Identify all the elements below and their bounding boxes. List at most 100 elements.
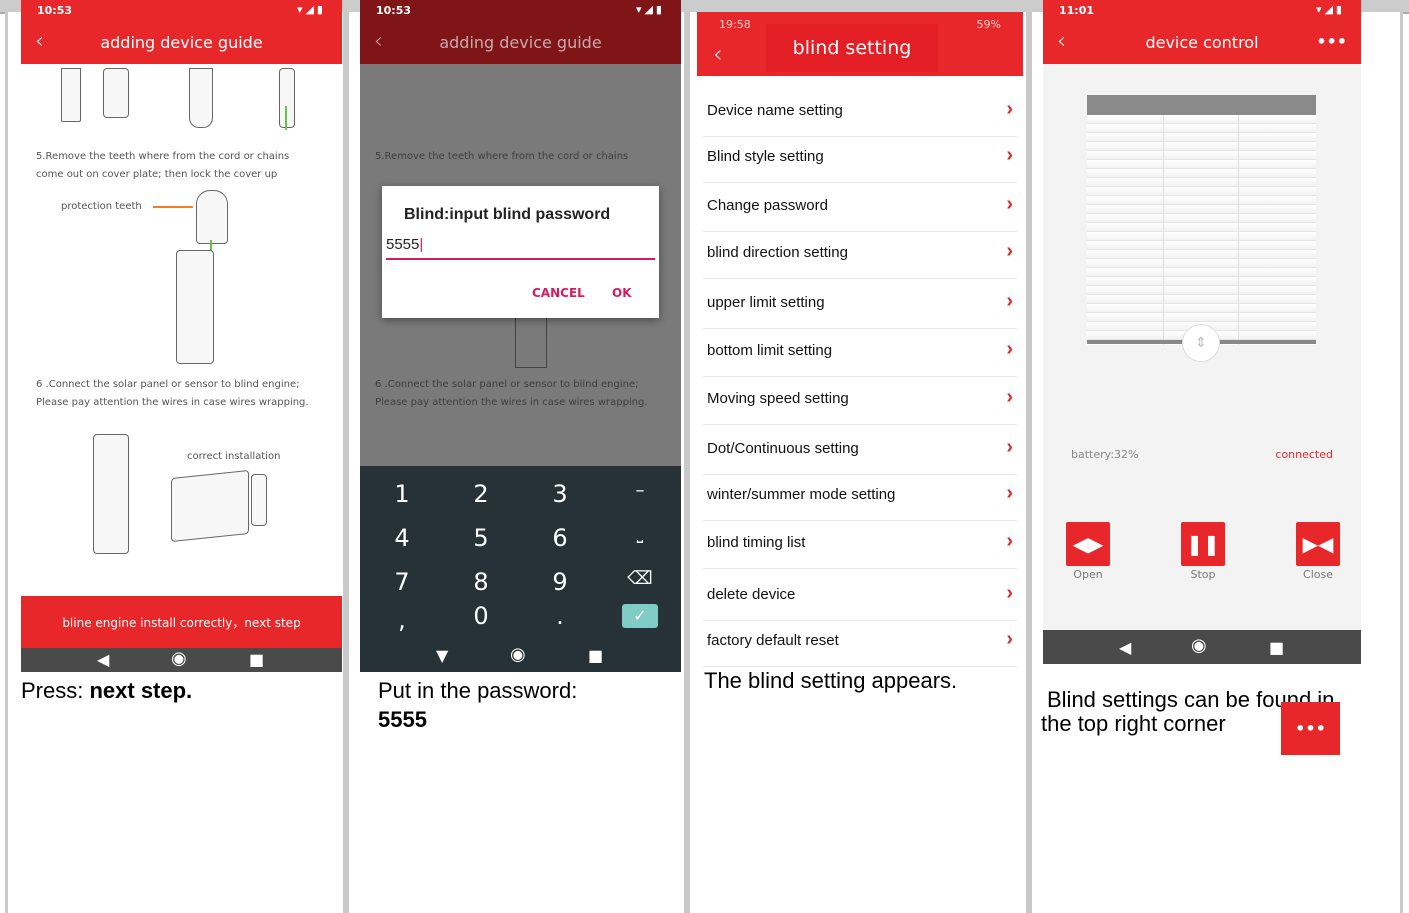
chevron-right-icon: › <box>1006 193 1013 215</box>
app-bar: ‹ adding device guide <box>21 22 342 64</box>
status-bar: 11:01 ▾◢▮ <box>1043 0 1361 22</box>
home-nav-icon[interactable]: ◉ <box>510 644 526 665</box>
setting-item[interactable]: blind timing list › <box>703 520 1017 569</box>
chevron-right-icon: › <box>1006 386 1013 408</box>
setting-item[interactable]: Device name setting › <box>703 88 1017 137</box>
engine-illustration <box>93 434 129 554</box>
blind-slat <box>1087 295 1316 304</box>
blind-cord <box>1162 115 1164 345</box>
cord-illustration <box>103 68 129 118</box>
setting-item[interactable]: Moving speed setting › <box>703 376 1017 425</box>
setting-label: factory default reset <box>707 632 839 649</box>
back-nav-icon[interactable]: ◀ <box>97 650 109 669</box>
blind-slat <box>1087 133 1316 142</box>
setting-label: bottom limit setting <box>707 342 833 359</box>
step6-text: 6 .Connect the solar panel or sensor to … <box>36 379 309 408</box>
blind-slat <box>1087 232 1316 241</box>
chevron-right-icon: › <box>1006 582 1013 604</box>
key-9[interactable]: 9 <box>530 568 590 596</box>
key-1[interactable]: 1 <box>372 480 432 508</box>
key-0[interactable]: 0 <box>451 602 511 630</box>
blind-slat <box>1087 169 1316 178</box>
status-time: 10:53 <box>376 4 412 17</box>
password-input[interactable]: 5555| <box>386 236 655 260</box>
setting-item[interactable]: winter/summer mode setting › <box>703 472 1017 521</box>
recent-nav-icon[interactable]: ■ <box>249 650 264 669</box>
setting-item[interactable]: Blind style setting › <box>703 134 1017 183</box>
battery-label: battery:32% <box>1071 448 1139 461</box>
blind-headrail <box>1087 95 1316 115</box>
blind-slat <box>1087 160 1316 169</box>
caption-3: The blind setting appears. <box>704 668 958 693</box>
setting-item[interactable]: delete device › <box>703 572 1017 621</box>
key-minus[interactable]: – <box>610 480 670 501</box>
cord-illustration <box>61 68 81 122</box>
key-comma[interactable]: , <box>372 606 432 634</box>
blind-slat <box>1087 115 1316 124</box>
home-nav-icon[interactable]: ◉ <box>171 648 187 669</box>
collapse-nav-icon[interactable]: ▼ <box>436 646 448 665</box>
home-nav-icon[interactable]: ◉ <box>1191 635 1207 656</box>
signal-icon: ▾◢▮ <box>1315 3 1345 16</box>
next-step-button[interactable]: bline engine install correctly，next step <box>21 596 342 650</box>
chevron-right-icon: › <box>1006 628 1013 650</box>
back-nav-icon[interactable]: ◀ <box>1119 638 1131 657</box>
backspace-icon[interactable]: ⌫ <box>610 568 670 589</box>
screen-title: adding device guide <box>439 33 602 52</box>
engine-illustration <box>189 68 213 128</box>
stop-label: Stop <box>1190 568 1216 581</box>
setting-label: delete device <box>707 586 796 603</box>
recent-nav-icon[interactable]: ■ <box>1269 638 1284 657</box>
setting-label: Change password <box>707 197 828 214</box>
green-arrow-icon <box>285 106 287 130</box>
chevron-right-icon: › <box>1006 290 1013 312</box>
blind-drag-handle-icon[interactable]: ⇕ <box>1182 324 1220 362</box>
back-arrow-icon[interactable]: ‹ <box>713 40 723 68</box>
key-dot[interactable]: . <box>530 602 590 630</box>
key-7[interactable]: 7 <box>372 568 432 596</box>
stop-button[interactable]: ❚❚ <box>1181 522 1225 566</box>
close-button[interactable]: ▶◀ <box>1296 522 1340 566</box>
blind-cord <box>1238 115 1240 345</box>
blind-slat <box>1087 241 1316 250</box>
setting-item[interactable]: Dot/Continuous setting › <box>703 426 1017 475</box>
setting-item[interactable]: blind direction setting › <box>703 230 1017 279</box>
key-5[interactable]: 5 <box>451 524 511 552</box>
key-8[interactable]: 8 <box>451 568 511 596</box>
step5-text: 5.Remove the teeth where from the cord o… <box>375 151 629 162</box>
key-4[interactable]: 4 <box>372 524 432 552</box>
blind-slat <box>1087 277 1316 286</box>
space-key-icon[interactable]: ⎵ <box>610 524 670 544</box>
setting-label: Blind style setting <box>707 148 824 165</box>
open-button[interactable]: ◀▶ <box>1066 522 1110 566</box>
setting-label: Moving speed setting <box>707 390 849 407</box>
blind-slat <box>1087 286 1316 295</box>
setting-label: Device name setting <box>707 102 843 119</box>
ok-button[interactable]: OK <box>612 286 632 300</box>
phone-screen-blind-setting: 19:58 59% ‹ blind setting Device name se… <box>697 12 1023 668</box>
blind-slat <box>1087 187 1316 196</box>
setting-item[interactable]: Change password › <box>703 183 1017 232</box>
status-time: 10:53 <box>37 4 73 17</box>
setting-item[interactable]: upper limit setting › <box>703 280 1017 329</box>
setting-item[interactable]: factory default reset › <box>703 618 1017 667</box>
setting-item[interactable]: bottom limit setting › <box>703 328 1017 377</box>
key-2[interactable]: 2 <box>451 480 511 508</box>
status-bar: 10:53 ▾◢▮ <box>360 0 681 22</box>
screen-title: blind setting <box>792 37 912 59</box>
setting-label: winter/summer mode setting <box>707 486 896 503</box>
key-3[interactable]: 3 <box>530 480 590 508</box>
blind-slat <box>1087 214 1316 223</box>
key-6[interactable]: 6 <box>530 524 590 552</box>
setting-label: Dot/Continuous setting <box>707 440 859 457</box>
cancel-button[interactable]: CANCEL <box>532 286 585 300</box>
more-menu-icon[interactable]: ••• <box>1316 32 1347 51</box>
setting-label: upper limit setting <box>707 294 825 311</box>
blind-slat <box>1087 196 1316 205</box>
column-1: 10:53 ▾◢▮ ‹ adding device guide 5.Remove… <box>5 0 346 913</box>
android-nav-bar: ◀ ◉ ■ <box>1043 630 1361 664</box>
confirm-check-icon[interactable]: ✓ <box>622 604 658 628</box>
recent-nav-icon[interactable]: ■ <box>588 646 603 665</box>
engine-illustration <box>196 190 228 244</box>
chevron-right-icon: › <box>1006 530 1013 552</box>
